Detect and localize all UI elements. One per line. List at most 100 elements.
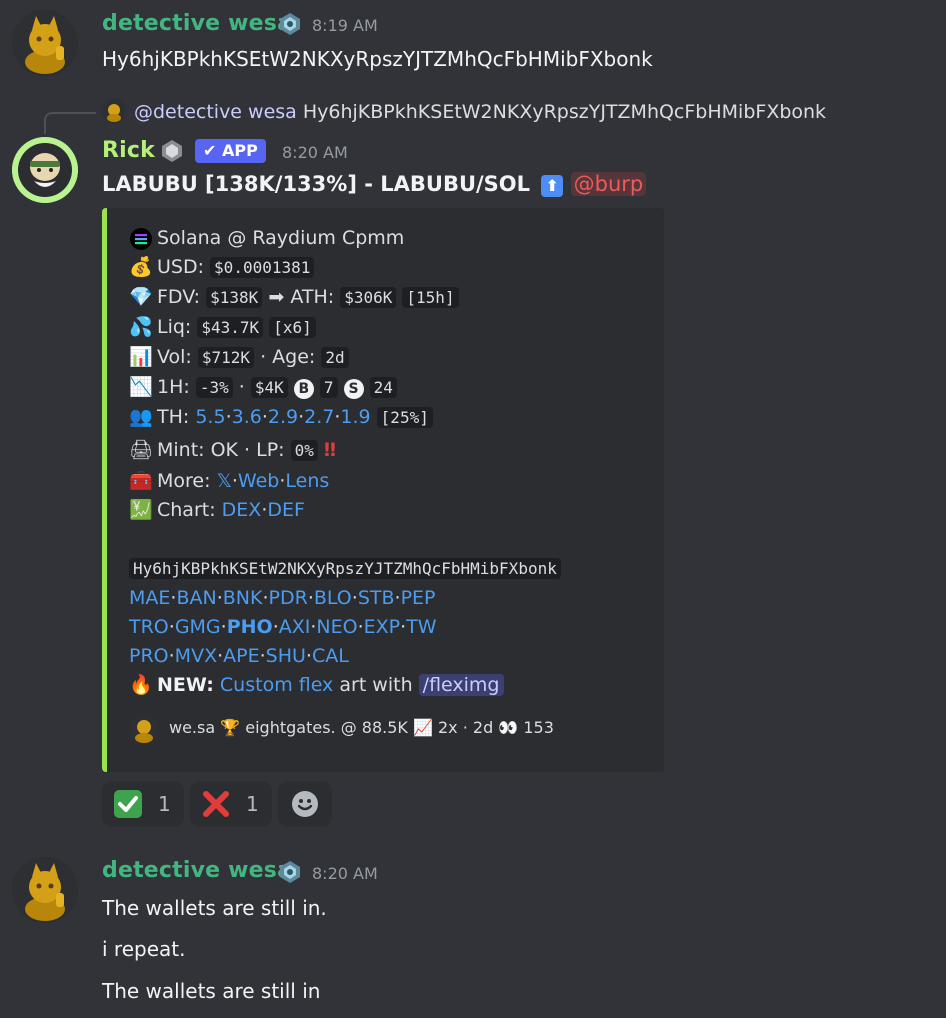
- solana-icon: [129, 225, 153, 251]
- chain-text: Solana @ Raydium Cpmm: [157, 227, 405, 249]
- app-badge: ✔ APP: [195, 139, 266, 163]
- age-label: · Age:: [260, 346, 316, 368]
- dex-link[interactable]: DEX: [222, 499, 262, 521]
- liq-multiplier: [x6]: [269, 317, 316, 338]
- age-value: 2d: [321, 347, 349, 368]
- th-link[interactable]: 3.6: [232, 406, 262, 428]
- bot-link[interactable]: MVX: [175, 645, 217, 667]
- new-feature-line: 🔥 NEW: Custom flex art with /fleximg: [129, 672, 504, 698]
- bar-chart-icon: 📊: [129, 346, 153, 368]
- bot-link[interactable]: SHU: [266, 645, 306, 667]
- h1-change: -3%: [195, 377, 233, 398]
- separator-dot: ·: [238, 376, 245, 398]
- x-link[interactable]: 𝕏: [217, 470, 232, 492]
- reply-connector: [44, 112, 96, 134]
- usd-value: $0.0001381: [210, 257, 315, 278]
- rick-avatar-icon: [12, 137, 78, 203]
- vol-label: Vol:: [157, 346, 192, 368]
- bot-link[interactable]: TRO: [129, 616, 169, 638]
- avatar[interactable]: [12, 10, 78, 76]
- reply-mention[interactable]: @detective wesa: [134, 101, 297, 123]
- reply-preview[interactable]: @detective wesa Hy6hjKBPkhKSEtW2NKXyRpsz…: [134, 101, 826, 123]
- bot-link[interactable]: MAE: [129, 587, 170, 609]
- golden-cat-avatar-icon: [12, 857, 78, 923]
- bot-links-row-2: TRO·GMG·PHO·AXI·NEO·EXP·TW: [129, 616, 437, 638]
- bot-link[interactable]: BNK: [223, 587, 263, 609]
- reaction-cross[interactable]: 1: [190, 781, 272, 827]
- fdv-value: $138K: [206, 287, 263, 308]
- reply-text: Hy6hjKBPkhKSEtW2NKXyRpszYJTZMhQcFbHMibFX…: [302, 101, 827, 123]
- th-link[interactable]: 1.9: [340, 406, 370, 428]
- bot-links-row-1: MAE·BAN·BNK·PDR·BLO·STB·PEP: [129, 587, 436, 609]
- bot-link[interactable]: CAL: [312, 645, 349, 667]
- smiley-icon: [292, 791, 318, 817]
- message-text: i repeat.: [102, 937, 186, 961]
- dollar-s-icon: S: [343, 379, 364, 399]
- th-line: 👥 TH: 5.5·3.6·2.9·2.7·1.9 [25%]: [129, 404, 433, 430]
- bot-link[interactable]: TW: [406, 616, 436, 638]
- th-label: TH:: [157, 406, 190, 428]
- web-link[interactable]: Web: [238, 470, 279, 492]
- h1-label: 1H:: [157, 376, 190, 398]
- th-link[interactable]: 5.5: [195, 406, 225, 428]
- custom-flex-link[interactable]: Custom flex: [220, 674, 333, 696]
- bot-link[interactable]: AXI: [279, 616, 311, 638]
- bitcoin-b-icon: B: [293, 379, 314, 399]
- chart-line: 💹 Chart: DEX·DEF: [129, 499, 305, 521]
- th-link[interactable]: 2.7: [304, 406, 334, 428]
- golden-cat-avatar-icon: [12, 10, 78, 76]
- fleximg-command[interactable]: /fleximg: [418, 674, 504, 696]
- ath-value: $306K: [340, 287, 397, 308]
- author-name[interactable]: detective wesa: [102, 858, 292, 883]
- reaction-count: 1: [158, 792, 171, 816]
- toolbox-icon: 🧰: [129, 470, 153, 492]
- busts-icon: 👥: [129, 406, 153, 428]
- bot-link[interactable]: EXP: [364, 616, 400, 638]
- liq-value: $43.7K: [197, 317, 264, 338]
- avatar[interactable]: [12, 857, 78, 923]
- reply-avatar: [102, 99, 126, 123]
- more-label: More:: [157, 470, 211, 492]
- server-tag-icon: [280, 13, 300, 35]
- add-reaction-button[interactable]: [278, 781, 332, 827]
- timestamp: 8:19 AM: [312, 16, 378, 35]
- lens-link[interactable]: Lens: [285, 470, 329, 492]
- timestamp: 8:20 AM: [312, 864, 378, 883]
- fire-icon: 🔥: [129, 674, 153, 696]
- avatar[interactable]: [12, 137, 78, 203]
- th-percent: [25%]: [376, 407, 433, 428]
- bot-link[interactable]: STB: [358, 587, 395, 609]
- usd-label: USD:: [157, 256, 204, 278]
- message-text: The wallets are still in: [102, 979, 321, 1003]
- role-mention[interactable]: @burp: [570, 172, 647, 196]
- timestamp: 8:20 AM: [282, 143, 348, 162]
- mint-label: Mint: OK · LP:: [157, 439, 285, 461]
- def-link[interactable]: DEF: [267, 499, 305, 521]
- reaction-check[interactable]: 1: [102, 781, 184, 827]
- author-name[interactable]: Rick: [102, 138, 155, 163]
- fdv-label: FDV:: [157, 286, 201, 308]
- footer-text: we.sa 🏆 eightgates. @ 88.5K 📈 2x · 2d 👀 …: [169, 718, 554, 737]
- app-badge-label: APP: [221, 141, 258, 160]
- author-name[interactable]: detective wesa: [102, 11, 292, 36]
- cross-mark-icon: [203, 791, 229, 817]
- liq-line: 💦 Liq: $43.7K [x6]: [129, 314, 316, 340]
- check-mark-icon: [114, 790, 142, 818]
- bot-link[interactable]: GMG: [175, 616, 221, 638]
- new-text: art with: [339, 674, 413, 696]
- message-title: LABUBU [138K/133%] - LABUBU/SOL ⬆ @burp: [102, 172, 647, 197]
- bot-link[interactable]: APE: [223, 645, 259, 667]
- bot-link[interactable]: BLO: [314, 587, 352, 609]
- chain-line: Solana @ Raydium Cpmm: [129, 225, 404, 251]
- bot-link[interactable]: PEP: [401, 587, 436, 609]
- more-line: 🧰 More: 𝕏·Web·Lens: [129, 470, 330, 492]
- token-address[interactable]: Hy6hjKBPkhKSEtW2NKXyRpszYJTZMhQcFbHMibFX…: [129, 558, 561, 579]
- bot-link[interactable]: PHO: [227, 616, 273, 638]
- bot-link[interactable]: NEO: [316, 616, 357, 638]
- liq-label: Liq:: [157, 316, 192, 338]
- bot-link[interactable]: BAN: [176, 587, 216, 609]
- message-text: The wallets are still in.: [102, 896, 327, 920]
- bot-link[interactable]: PDR: [269, 587, 308, 609]
- th-link[interactable]: 2.9: [268, 406, 298, 428]
- bot-link[interactable]: PRO: [129, 645, 169, 667]
